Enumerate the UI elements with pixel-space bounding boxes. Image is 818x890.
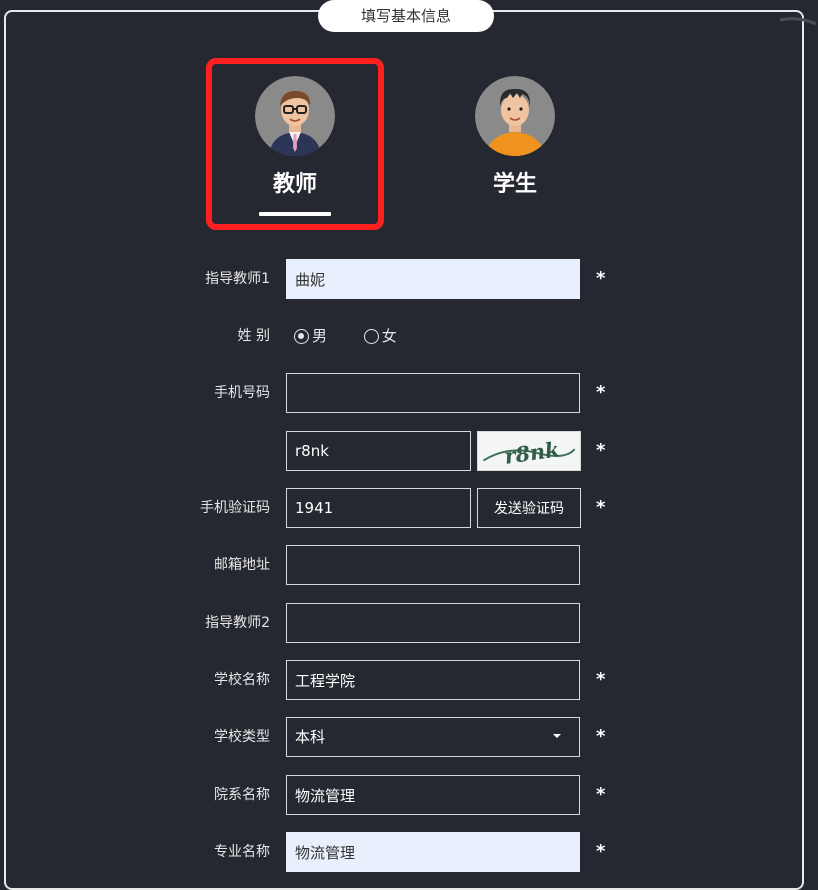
role-student-label: 学生 — [492, 172, 537, 197]
school-name-input[interactable] — [286, 660, 580, 700]
required-mark: * — [596, 669, 606, 690]
advisor2-input[interactable] — [286, 603, 580, 643]
sms-code-input[interactable] — [286, 488, 471, 528]
selected-underline — [259, 212, 331, 216]
radio-checked-icon — [294, 329, 309, 344]
required-mark: * — [596, 440, 606, 461]
captcha-image[interactable]: r8nk — [477, 431, 581, 471]
role-teacher-label: 教师 — [272, 172, 317, 197]
radio-unchecked-icon — [363, 329, 379, 344]
corner-decoration — [779, 17, 817, 26]
email-input[interactable] — [286, 545, 580, 585]
role-teacher[interactable]: 教师 — [206, 58, 384, 230]
required-mark: * — [596, 841, 606, 862]
major-input[interactable] — [286, 832, 580, 872]
required-mark: * — [596, 382, 606, 403]
advisor2-label: 指导教师2 — [205, 615, 270, 631]
row-gender: 姓 别 男 女 — [0, 316, 818, 356]
row-email: 邮箱地址 — [0, 545, 818, 585]
panel-title: 填写基本信息 — [318, 0, 494, 32]
school-type-select[interactable]: 本科 — [286, 717, 580, 757]
row-sms-code: 手机验证码 发送验证码 * — [0, 488, 818, 528]
phone-label: 手机号码 — [214, 385, 270, 401]
advisor1-label: 指导教师1 — [205, 271, 270, 287]
row-school-type: 学校类型 本科 * — [0, 717, 818, 757]
required-mark: * — [596, 268, 606, 289]
gender-label: 姓 别 — [237, 328, 270, 344]
major-label: 专业名称 — [214, 844, 270, 860]
row-advisor2: 指导教师2 — [0, 603, 818, 643]
captcha-input[interactable] — [286, 431, 471, 471]
gender-option-male[interactable]: 男 — [294, 316, 327, 356]
department-label: 院系名称 — [214, 787, 270, 803]
required-mark: * — [596, 726, 606, 747]
gender-male-label: 男 — [312, 327, 328, 345]
school-name-label: 学校名称 — [214, 672, 270, 688]
gender-option-female[interactable]: 女 — [363, 316, 397, 356]
role-student[interactable]: 学生 — [430, 64, 600, 234]
required-mark: * — [596, 784, 606, 805]
advisor1-input[interactable] — [286, 259, 580, 299]
row-department: 院系名称 * — [0, 775, 818, 815]
caret-down-icon — [553, 734, 561, 738]
gender-radio-group: 男 女 — [294, 316, 429, 356]
row-school-name: 学校名称 * — [0, 660, 818, 700]
email-label: 邮箱地址 — [214, 557, 270, 573]
phone-input[interactable] — [286, 373, 580, 413]
send-code-button[interactable]: 发送验证码 — [477, 488, 581, 528]
sms-code-label: 手机验证码 — [200, 500, 270, 516]
row-captcha: r8nk * — [0, 431, 818, 471]
row-major: 专业名称 * — [0, 832, 818, 872]
teacher-avatar-icon — [255, 76, 335, 156]
gender-female-label: 女 — [381, 327, 397, 345]
row-advisor1: 指导教师1 * — [0, 259, 818, 299]
student-avatar-icon — [475, 76, 555, 156]
row-phone: 手机号码 * — [0, 373, 818, 413]
department-input[interactable] — [286, 775, 580, 815]
school-type-label: 学校类型 — [214, 729, 270, 745]
required-mark: * — [596, 497, 606, 518]
